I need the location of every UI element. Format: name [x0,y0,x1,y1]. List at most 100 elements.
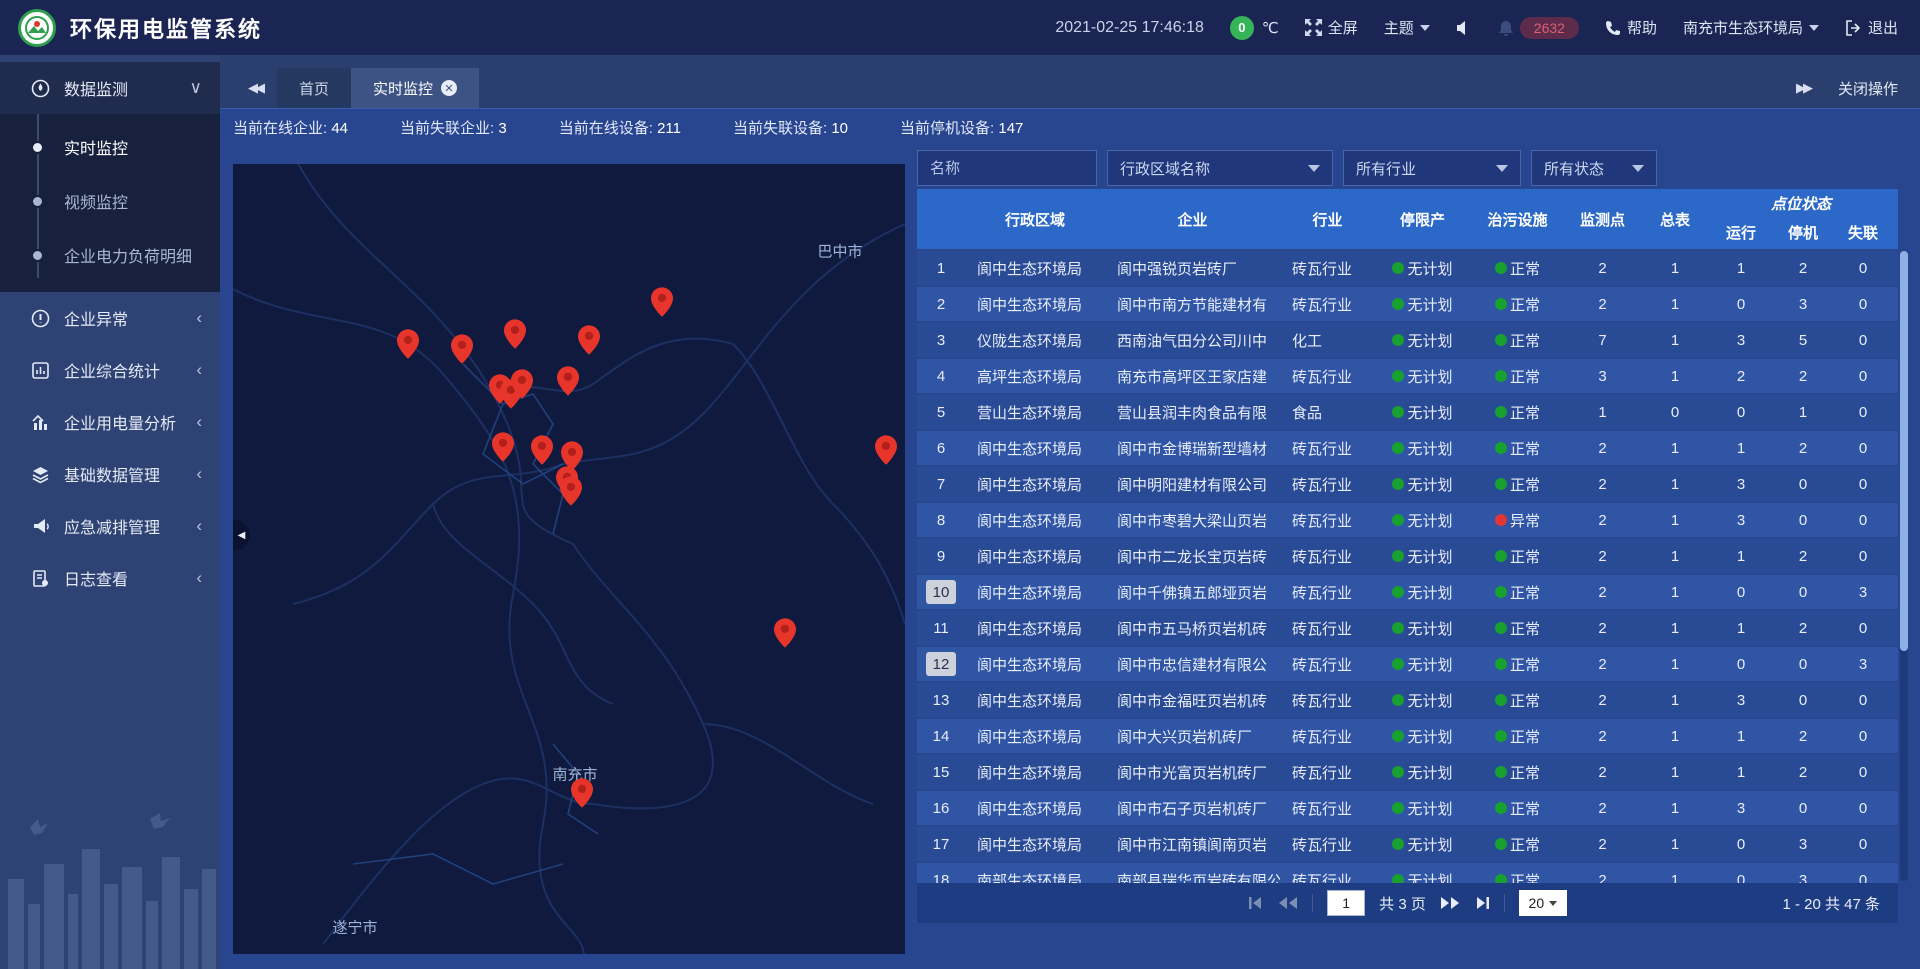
cell-monitor-count: 2 [1565,611,1640,645]
table-row[interactable]: 12阆中生态环境局阆中市忠信建材有限公砖瓦行业无计划正常21003 [917,647,1898,681]
status-select[interactable]: 所有状态 [1531,150,1657,186]
tabs-scroll-right-button[interactable]: ▶▶ [1796,68,1810,108]
name-search-input[interactable] [917,150,1097,186]
map-marker-icon[interactable] [560,476,582,506]
fullscreen-button[interactable]: 全屏 [1305,17,1358,38]
mute-button[interactable] [1456,20,1472,36]
sidebar-item-log-view[interactable]: 日志查看‹ [0,552,220,604]
industry-select[interactable]: 所有行业 [1343,150,1521,186]
theme-dropdown[interactable]: 主题 [1384,17,1430,38]
cell-index: 13 [917,683,965,717]
help-button[interactable]: 帮助 [1605,17,1657,38]
stat-item: 当前失联企业: 3 [400,117,507,138]
sidebar-subitem-power-load-detail[interactable]: 企业电力负荷明细 [0,228,220,282]
last-page-button[interactable] [1474,896,1490,910]
map-marker-icon[interactable] [397,329,419,359]
stat-label: 当前失联企业: [400,120,494,137]
cell-total-meter: 1 [1640,611,1710,645]
cell-industry: 砖瓦行业 [1280,791,1375,825]
tab-home[interactable]: 首页 [277,68,351,108]
tab-realtime[interactable]: 实时监控✕ [351,68,479,108]
cell-region: 阆中生态环境局 [965,791,1105,825]
table-row[interactable]: 16阆中生态环境局阆中市石子页岩机砖厂砖瓦行业无计划正常21300 [917,791,1898,825]
stat-value: 147 [998,120,1023,137]
table-row[interactable]: 7阆中生态环境局阆中明阳建材有限公司砖瓦行业无计划正常21300 [917,467,1898,501]
sidebar-item-data-monitor[interactable]: 数据监测∨ [0,62,220,114]
fullscreen-icon [1305,19,1322,36]
table-row[interactable]: 13阆中生态环境局阆中市金福旺页岩机砖砖瓦行业无计划正常21300 [917,683,1898,717]
map-marker-icon[interactable] [651,287,673,317]
status-red-icon [1495,514,1507,526]
table-row[interactable]: 4高坪生态环境局南充市高坪区王家店建砖瓦行业无计划正常31220 [917,359,1898,393]
map-marker-icon[interactable] [531,435,553,465]
megaphone-icon [30,517,50,536]
first-page-button[interactable] [1248,896,1264,910]
table-row[interactable]: 2阆中生态环境局阆中市南方节能建材有砖瓦行业无计划正常21030 [917,287,1898,321]
sidebar-submenu: 实时监控视频监控企业电力负荷明细 [0,114,220,292]
cell-stop-plan: 无计划 [1375,395,1470,429]
sidebar-subitem-label: 实时监控 [64,135,128,159]
cell-run-count: 0 [1710,575,1772,609]
prev-page-button[interactable] [1278,896,1298,910]
temperature-unit: ℃ [1262,19,1279,37]
table-row[interactable]: 11阆中生态环境局阆中市五马桥页岩机砖砖瓦行业无计划正常21120 [917,611,1898,645]
table-row[interactable]: 5营山生态环境局营山县润丰肉食品有限食品无计划正常10010 [917,395,1898,429]
region-select[interactable]: 行政区域名称 [1107,150,1333,186]
page-number-input[interactable] [1327,890,1365,916]
sidebar-item-enterprise-stats[interactable]: 企业综合统计‹ [0,344,220,396]
map-marker-icon[interactable] [774,618,796,648]
sidebar-item-base-data-mgmt[interactable]: 基础数据管理‹ [0,448,220,500]
cell-company: 阆中市石子页岩机砖厂 [1105,791,1280,825]
next-page-button[interactable] [1440,896,1460,910]
map-marker-icon[interactable] [578,325,600,355]
notification-count-badge: 2632 [1520,17,1579,39]
map-marker-icon[interactable] [875,435,897,465]
user-dropdown[interactable]: 南充市生态环境局 [1683,17,1819,38]
map-panel[interactable]: 巴中市南充市遂宁市 ◀ [233,164,905,954]
table-row[interactable]: 9阆中生态环境局阆中市二龙长宝页岩砖砖瓦行业无计划正常21120 [917,539,1898,573]
page-size-select[interactable]: 20 [1519,890,1567,916]
logout-button[interactable]: 退出 [1845,17,1898,38]
cell-total-meter: 1 [1640,755,1710,789]
sidebar-item-enterprise-abnormal[interactable]: 企业异常‹ [0,292,220,344]
cell-monitor-count: 2 [1565,827,1640,861]
cell-run-count: 1 [1710,431,1772,465]
status-green-icon [1495,478,1507,490]
table-row[interactable]: 8阆中生态环境局阆中市枣碧大梁山页岩砖瓦行业无计划异常21300 [917,503,1898,537]
table-row[interactable]: 6阆中生态环境局阆中市金博瑞新型墙材砖瓦行业无计划正常21120 [917,431,1898,465]
notifications-button[interactable]: 2632 [1498,17,1579,39]
table-row[interactable]: 14阆中生态环境局阆中大兴页岩机砖厂砖瓦行业无计划正常21120 [917,719,1898,753]
sidebar-item-emergency-reduction[interactable]: 应急减排管理‹ [0,500,220,552]
status-green-icon [1392,334,1404,346]
pagination-bar: 共 3 页 [917,883,1898,923]
table-row[interactable]: 18南部生态环境局南部县瑞华页岩砖有限公砖瓦行业无计划正常21030 [917,863,1898,883]
status-green-icon [1392,478,1404,490]
sidebar-subitem-realtime-monitor[interactable]: 实时监控 [0,120,220,174]
map-marker-icon[interactable] [504,319,526,349]
map-marker-icon[interactable] [511,369,533,399]
map-marker-icon[interactable] [492,432,514,462]
close-icon[interactable]: ✕ [441,80,457,96]
table-row[interactable]: 1阆中生态环境局阆中强锐页岩砖厂砖瓦行业无计划正常21120 [917,251,1898,285]
close-operations-button[interactable]: 关闭操作 [1838,78,1898,99]
cell-stop-plan: 无计划 [1375,791,1470,825]
map-marker-icon[interactable] [571,778,593,808]
map-marker-icon[interactable] [557,366,579,396]
tabs-scroll-left-button[interactable]: ◀◀ [233,68,277,108]
cell-company: 阆中明阳建材有限公司 [1105,467,1280,501]
map-marker-icon[interactable] [451,334,473,364]
cell-index: 14 [917,719,965,753]
chevron-left-icon: ‹ [196,412,202,432]
sidebar-item-label: 应急减排管理 [64,514,160,538]
table-row[interactable]: 3仪陇生态环境局西南油气田分公司川中化工无计划正常71350 [917,323,1898,357]
cell-facility-status: 正常 [1470,827,1565,861]
table-row[interactable]: 15阆中生态环境局阆中市光富页岩机砖厂砖瓦行业无计划正常21120 [917,755,1898,789]
sidebar-item-power-usage-analysis[interactable]: 企业用电量分析‹ [0,396,220,448]
table-row[interactable]: 10阆中生态环境局阆中千佛镇五郎垭页岩砖瓦行业无计划正常21003 [917,575,1898,609]
cell-facility-status: 正常 [1470,287,1565,321]
sidebar-subitem-video-monitor[interactable]: 视频监控 [0,174,220,228]
chart-icon [30,413,50,432]
cell-industry: 砖瓦行业 [1280,719,1375,753]
table-row[interactable]: 17阆中生态环境局阆中市江南镇阆南页岩砖瓦行业无计划正常21030 [917,827,1898,861]
table-scrollbar[interactable] [1900,251,1908,881]
